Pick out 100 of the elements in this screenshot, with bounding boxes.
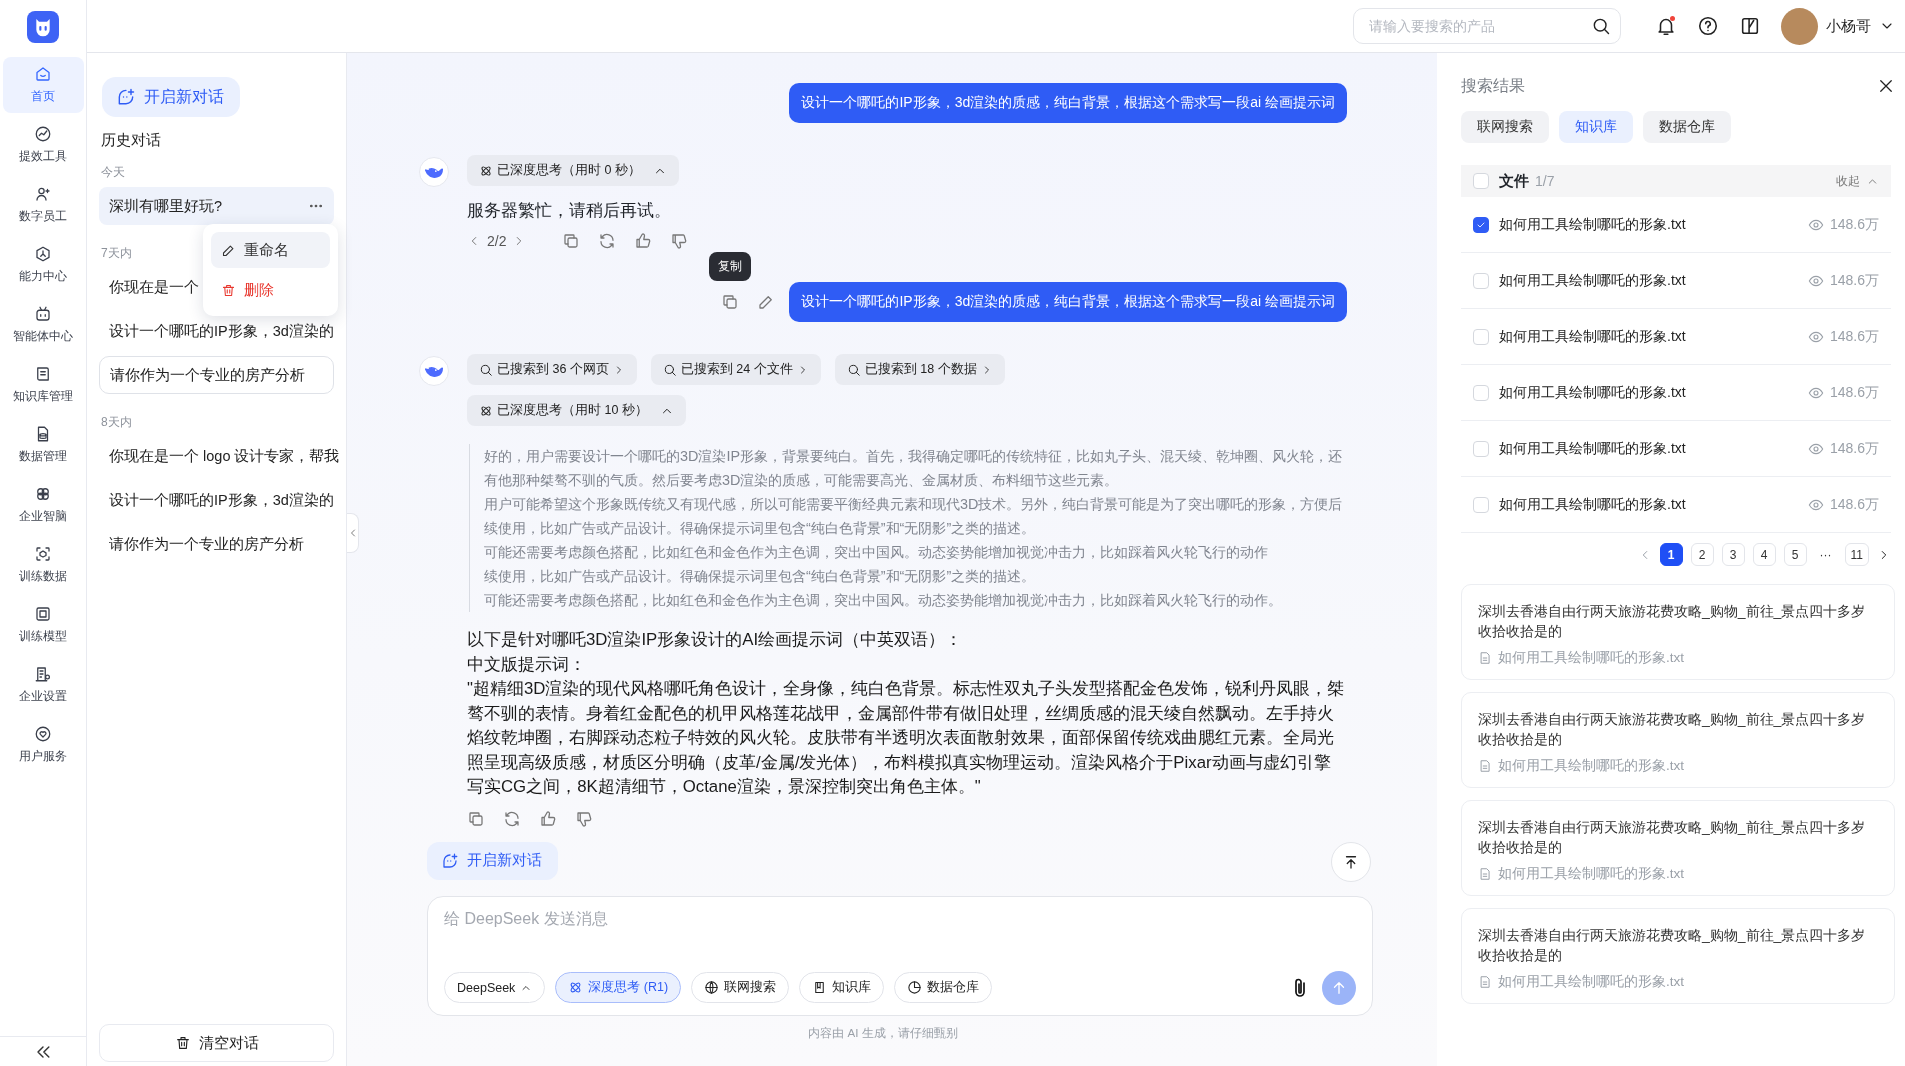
view-count: 148.6万 (1829, 215, 1879, 234)
refresh-icon[interactable] (598, 232, 617, 250)
history-item-title: 请你作为一个专业的房产分析 (109, 534, 304, 554)
file-icon (1478, 975, 1492, 989)
nav-item[interactable]: 企业智脑 (2, 477, 84, 533)
file-name[interactable]: 如何用工具绘制哪吒的形象.txt (1499, 383, 1686, 402)
pie-icon (907, 980, 923, 995)
file-name[interactable]: 如何用工具绘制哪吒的形象.txt (1499, 495, 1686, 514)
close-icon[interactable] (1877, 77, 1895, 95)
result-title: 深圳去香港自由行两天旅游花费攻略_购物_前往_景点四十多岁收拾收拾是的 (1478, 602, 1867, 641)
layout-icon[interactable] (1739, 15, 1761, 37)
user-name[interactable]: 小杨哥 (1826, 16, 1871, 36)
nav-item[interactable]: 训练模型 (2, 597, 84, 653)
thumbs-up-icon[interactable] (539, 809, 557, 828)
result-file-name: 如何用工具绘制哪吒的形象.txt (1498, 973, 1684, 991)
search-icon (479, 362, 493, 377)
view-count: 148.6万 (1829, 439, 1879, 458)
page-button[interactable]: 11 (1844, 543, 1869, 566)
nav-item[interactable]: 首页 (2, 57, 84, 113)
page-button[interactable]: 1 (1659, 543, 1683, 566)
file-name[interactable]: 如何用工具绘制哪吒的形象.txt (1499, 327, 1686, 346)
search-result-chip[interactable]: 已搜索到 24 个文件 (650, 354, 821, 385)
bell-icon[interactable] (1655, 15, 1677, 37)
answer-text: 以下是针对哪吒3D渲染IP形象设计的AI绘画提示词（中英双语）： (467, 629, 964, 651)
hexagon-icon (34, 245, 52, 263)
nav-item[interactable]: 数据管理 (2, 417, 84, 473)
tool-button[interactable]: 深度思考 (R1) (555, 972, 682, 1003)
history-item[interactable]: 设计一个哪吒的IP形象，3d渲染的 (99, 312, 334, 350)
new-chat-button[interactable]: 开启新对话 (427, 841, 558, 880)
nav-item[interactable]: 用户服务 (2, 717, 84, 773)
thumbs-down-icon[interactable] (670, 232, 689, 250)
result-card[interactable]: 深圳去香港自由行两天旅游花费攻略_购物_前往_景点四十多岁收拾收拾是的 如何用工具绘制哪吒的形象.txt (1461, 800, 1895, 896)
tab[interactable]: 数据仓库 (1643, 111, 1731, 143)
answer-text: "超精细3D渲染的现代风格哪吒角色设计，全身像，纯白色背景。标志性双丸子头发型搭配金色发饰，锐利丹凤眼，桀骜不驯的表情。身着红金配色的机甲风格莲花战甲，金属部件带有做旧处理，丝绸质感的混天绫自然飘动。左手持火焰纹乾坤圈，右脚踩动态粒子特效的风火轮。皮肤带有半透明次表面散射效果，面部保留传统戏曲腮红元素。全局光照呈现高级质感，材质区分明确（皮革/金属/发光体），布料模拟真实物理运动。渲染风格介于Pixar动画与虚幻引擎写实CG之间，8K超清细节，Octane渲染，景深控制突出角色主体。" (467, 678, 1346, 798)
collapse-handle[interactable] (347, 513, 359, 553)
copy-icon[interactable] (562, 232, 581, 250)
robot-icon (34, 305, 52, 323)
file-name[interactable]: 如何用工具绘制哪吒的形象.txt (1499, 215, 1686, 234)
chat-plus-icon (441, 851, 459, 870)
clear-button[interactable]: 清空对话 (99, 1024, 334, 1062)
file-icon (1478, 759, 1492, 773)
new-chat-button[interactable]: 开启新对话 (102, 77, 240, 117)
history-item[interactable]: 请你作为一个专业的房产分析 (99, 525, 334, 563)
logo-icon (27, 10, 59, 43)
file-name[interactable]: 如何用工具绘制哪吒的形象.txt (1499, 271, 1686, 290)
nav-item[interactable]: 智能体中心 (2, 297, 84, 353)
copy-icon[interactable] (467, 809, 485, 828)
frame-icon (34, 605, 52, 623)
tab[interactable]: 联网搜索 (1461, 111, 1549, 143)
thinking-toggle[interactable]: 已深度思考（用时 10 秒） (467, 395, 686, 426)
nav-item[interactable]: 企业设置 (2, 657, 84, 713)
nav-item[interactable]: 提效工具 (2, 117, 84, 173)
page-button[interactable]: 4 (1752, 543, 1776, 566)
tool-button[interactable]: DeepSeek (444, 972, 546, 1003)
result-card[interactable]: 深圳去香港自由行两天旅游花费攻略_购物_前往_景点四十多岁收拾收拾是的 如何用工具绘制哪吒的形象.txt (1461, 908, 1895, 1004)
thinking-text: 续使用，比如广告或产品设计。得确保提示词里包含“纯白色背景”和“无阴影”之类的描述。 (484, 567, 1037, 586)
chat-plus-icon (116, 87, 136, 107)
assistant-message: 服务器繁忙，请稍后再试。 (467, 200, 672, 221)
refresh-icon[interactable] (503, 809, 521, 828)
page-button[interactable]: 2 (1690, 543, 1714, 566)
nav-item[interactable]: 数字员工 (2, 177, 84, 233)
avatar[interactable] (1781, 7, 1818, 45)
tool-button[interactable]: 知识库 (799, 972, 885, 1003)
result-title: 深圳去香港自由行两天旅游花费攻略_购物_前往_景点四十多岁收拾收拾是的 (1478, 818, 1867, 857)
thinking-toggle[interactable]: 已深度思考（用时 0 秒） (467, 155, 679, 186)
menu-item[interactable]: 删除 (211, 272, 330, 308)
result-card[interactable]: 深圳去香港自由行两天旅游花费攻略_购物_前往_景点四十多岁收拾收拾是的 如何用工具绘制哪吒的形象.txt (1461, 584, 1895, 680)
search-icon (846, 362, 861, 377)
result-card[interactable]: 深圳去香港自由行两天旅游花费攻略_购物_前往_景点四十多岁收拾收拾是的 如何用工具绘制哪吒的形象.txt (1461, 692, 1895, 788)
search-result-chip[interactable]: 已搜索到 36 个网页 (467, 354, 637, 385)
globe-icon (704, 980, 720, 995)
page-button[interactable]: 5 (1783, 543, 1807, 566)
history-item[interactable]: 设计一个哪吒的IP形象，3d渲染的 (99, 481, 334, 519)
scroll-top-icon[interactable] (1331, 841, 1371, 882)
search-icon[interactable] (1591, 16, 1611, 36)
menu-item[interactable]: 重命名 (211, 232, 330, 268)
nav-item[interactable]: 能力中心 (2, 237, 84, 293)
group-label: 8天内 (101, 414, 132, 431)
rename-field[interactable]: 请你作为一个专业的房产分析 (99, 356, 334, 394)
nav-item[interactable]: 训练数据 (2, 537, 84, 593)
tool-button[interactable]: 数据仓库 (894, 972, 993, 1003)
checkbox[interactable] (1473, 216, 1489, 233)
file-name[interactable]: 如何用工具绘制哪吒的形象.txt (1499, 439, 1686, 458)
search-result-chip[interactable]: 已搜索到 18 个数据 (834, 354, 1005, 385)
collapse-button[interactable]: 收起 (1836, 172, 1879, 190)
copy-icon[interactable] (721, 293, 740, 311)
clover-icon (34, 485, 52, 503)
answer-text: 中文版提示词： (467, 653, 587, 676)
atom-icon (479, 163, 493, 178)
thumbs-up-icon[interactable] (634, 232, 653, 250)
tool-button[interactable]: 联网搜索 (691, 972, 790, 1003)
page-button[interactable]: 3 (1721, 543, 1745, 566)
view-count: 148.6万 (1829, 495, 1879, 514)
view-count: 148.6万 (1829, 271, 1879, 290)
message-input[interactable]: 给 DeepSeek 发送消息 DeepSeek 深度思考 (R1) 联网搜索 知识库 数据仓库 (427, 895, 1373, 1016)
tab[interactable]: 知识库 (1559, 111, 1633, 143)
nav-item[interactable]: 知识库管理 (2, 357, 84, 413)
search-field[interactable]: 请输入要搜索的产品 (1353, 8, 1621, 44)
help-icon[interactable] (1697, 15, 1719, 37)
thumbs-down-icon[interactable] (575, 809, 593, 828)
